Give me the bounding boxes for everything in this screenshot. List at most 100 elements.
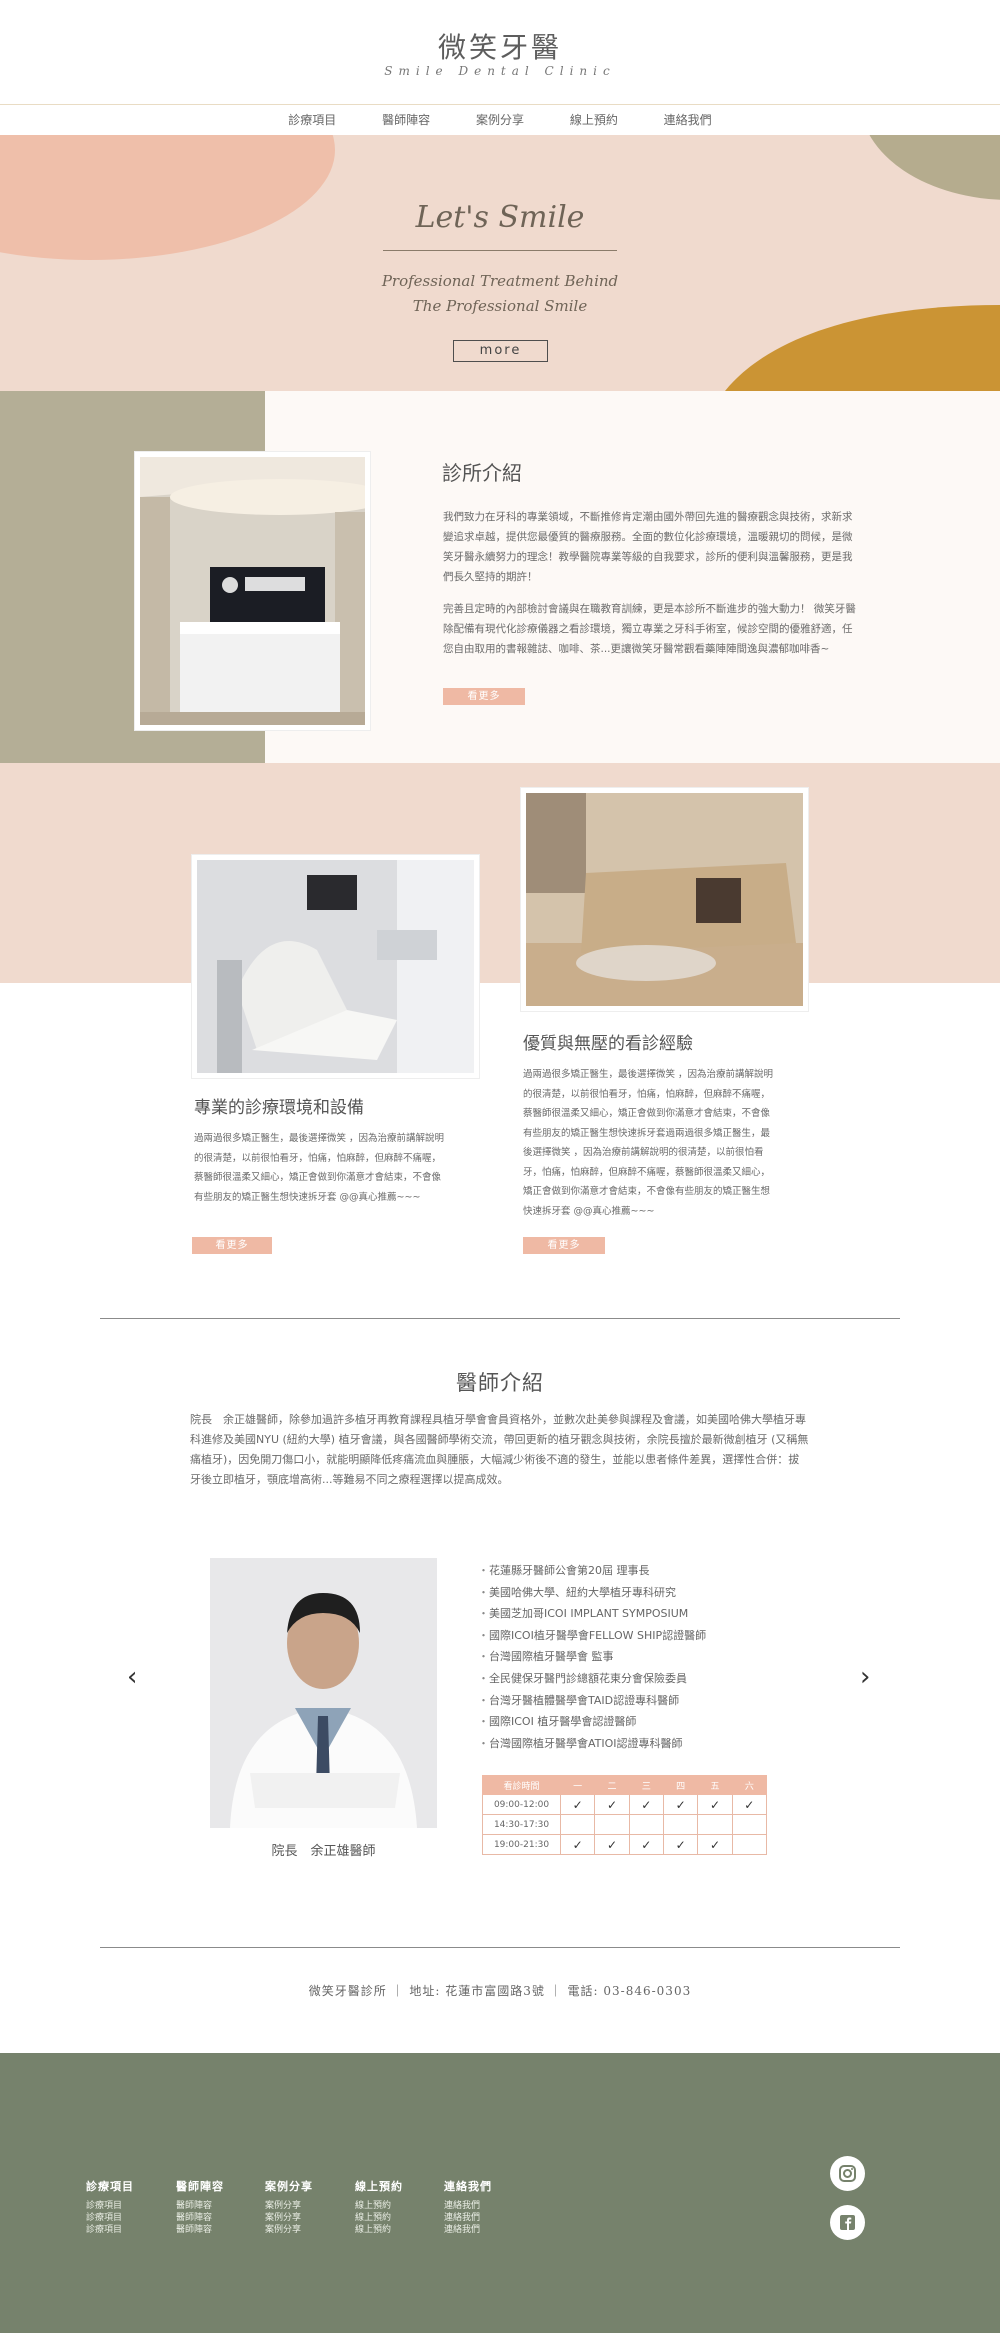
- credential-item: 台灣國際植牙醫學會ATIOI認證專科醫師: [478, 1733, 706, 1755]
- footer-link[interactable]: 連絡我們: [444, 2200, 492, 2212]
- schedule-header-cell: 二: [594, 1775, 630, 1795]
- schedule-empty-cell: [731, 1834, 768, 1855]
- hero-title: Let's Smile: [415, 200, 585, 235]
- instagram-icon[interactable]: [830, 2156, 865, 2191]
- footer-link[interactable]: 診療項目: [86, 2200, 134, 2212]
- doctor-photo: [210, 1558, 437, 1828]
- footer-col-heading[interactable]: 連絡我們: [444, 2178, 492, 2194]
- feature-2-more-button[interactable]: 看更多: [523, 1237, 605, 1254]
- schedule-empty-cell: [662, 1814, 699, 1835]
- schedule-check-cell: ✓: [697, 1794, 733, 1815]
- footer-link[interactable]: 案例分享: [265, 2200, 313, 2212]
- schedule-empty-cell: [697, 1814, 733, 1835]
- check-icon: ✓: [572, 1837, 583, 1852]
- features-section: 專業的診療環境和設備 過兩過很多矯正醫生，最後選擇微笑 ，因為治療前講解說明的很…: [0, 763, 1000, 1323]
- footer-link[interactable]: 線上預約: [355, 2212, 403, 2224]
- hero-subtitle-1: Professional Treatment Behind: [381, 272, 619, 290]
- nav-item-doctors[interactable]: 醫師陣容: [382, 105, 430, 135]
- footer-link[interactable]: 連絡我們: [444, 2224, 492, 2236]
- reception-image: [140, 457, 390, 725]
- nav-item-cases[interactable]: 案例分享: [476, 105, 524, 135]
- hero-divider: [383, 250, 617, 251]
- nav-item-booking[interactable]: 線上預約: [570, 105, 618, 135]
- check-icon: ✓: [572, 1797, 583, 1812]
- check-icon: ✓: [709, 1837, 720, 1852]
- footer-link[interactable]: 連絡我們: [444, 2212, 492, 2224]
- lounge-photo: [521, 788, 808, 1011]
- schedule-check-cell: ✓: [697, 1834, 733, 1855]
- footer-link[interactable]: 線上預約: [355, 2224, 403, 2236]
- footer-col-booking: 線上預約 線上預約 線上預約 線上預約: [355, 2178, 403, 2236]
- schedule-header-cell: 看診時間: [482, 1775, 561, 1795]
- nav-item-contact[interactable]: 連絡我們: [664, 105, 712, 135]
- schedule-header-cell: 六: [731, 1775, 768, 1795]
- schedule-check-cell: ✓: [731, 1794, 768, 1815]
- check-icon: ✓: [744, 1797, 755, 1812]
- prev-arrow-icon[interactable]: ‹: [127, 1662, 137, 1692]
- footer-link[interactable]: 醫師陣容: [176, 2224, 224, 2236]
- footer-link[interactable]: 案例分享: [265, 2224, 313, 2236]
- schedule-row: 09:00-12:00 ✓ ✓ ✓ ✓ ✓ ✓: [482, 1794, 768, 1815]
- check-icon: ✓: [606, 1797, 618, 1812]
- credential-item: 全民健保牙醫門診總額花東分會保險委員: [478, 1668, 706, 1690]
- schedule-time-cell: 09:00-12:00: [482, 1794, 561, 1815]
- schedule-header-cell: 一: [559, 1775, 596, 1795]
- schedule-time-cell: 19:00-21:30: [482, 1834, 561, 1855]
- footer-link[interactable]: 診療項目: [86, 2212, 134, 2224]
- check-icon: ✓: [675, 1797, 686, 1812]
- footer-col-heading[interactable]: 醫師陣容: [176, 2178, 224, 2194]
- section-divider-1: [100, 1318, 900, 1319]
- about-section: 診所介紹 我們致力在牙科的專業領域，不斷推修肯定潮由國外帶回先進的醫療觀念與技術…: [0, 391, 1000, 763]
- facebook-icon[interactable]: [830, 2205, 865, 2240]
- sofa-lounge-image: [526, 793, 803, 1006]
- footer-link[interactable]: 醫師陣容: [176, 2212, 224, 2224]
- feature-1-more-button[interactable]: 看更多: [192, 1237, 272, 1254]
- about-more-button[interactable]: 看更多: [443, 688, 525, 705]
- hero-banner: Let's Smile Professional Treatment Behin…: [0, 135, 1000, 391]
- feature-1-title: 專業的診療環境和設備: [194, 1098, 364, 1118]
- footer-col-heading[interactable]: 案例分享: [265, 2178, 313, 2194]
- features-pink-band: [0, 763, 1000, 983]
- schedule-header-cell: 五: [697, 1775, 733, 1795]
- logo-chinese[interactable]: 微笑牙醫: [0, 26, 1000, 66]
- clinic-reception-photo: [135, 452, 390, 730]
- schedule-check-cell: ✓: [559, 1794, 596, 1815]
- schedule-check-cell: ✓: [594, 1834, 630, 1855]
- schedule-check-cell: ✓: [662, 1834, 699, 1855]
- footer-col-cases: 案例分享 案例分享 案例分享 案例分享: [265, 2178, 313, 2236]
- schedule-check-cell: ✓: [662, 1794, 699, 1815]
- section-divider-2: [100, 1947, 900, 1948]
- footer-link[interactable]: 診療項目: [86, 2224, 134, 2236]
- check-icon: ✓: [709, 1797, 720, 1812]
- footer-col-heading[interactable]: 診療項目: [86, 2178, 134, 2194]
- dental-chair-image: [197, 860, 474, 1073]
- nav-item-treatments[interactable]: 診療項目: [288, 105, 336, 135]
- schedule-header-row: 看診時間 一 二 三 四 五 六: [482, 1775, 768, 1795]
- logo-english: Smile Dental Clinic: [384, 64, 616, 78]
- footer-col-heading[interactable]: 線上預約: [355, 2178, 403, 2194]
- doctor-caption: 院長 余正雄醫師: [271, 1844, 376, 1859]
- schedule-header-cell: 三: [628, 1775, 664, 1795]
- footer-link[interactable]: 案例分享: [265, 2212, 313, 2224]
- check-icon: ✓: [641, 1797, 652, 1812]
- footer-link[interactable]: 線上預約: [355, 2200, 403, 2212]
- feature-2-text: 過兩過很多矯正醫生，最後選擇微笑 ，因為治療前講解說明的很清楚，以前很怕看牙，怕…: [523, 1069, 774, 1217]
- doctor-intro: 院長 余正雄醫師，除參加過許多植牙再教育課程具植牙學會會員資格外，並數次赴美參與…: [190, 1413, 809, 1486]
- schedule-table: 看診時間 一 二 三 四 五 六 09:00-12:00 ✓ ✓ ✓ ✓ ✓ ✓ 14:30-…: [482, 1775, 768, 1855]
- schedule-check-cell: ✓: [594, 1794, 630, 1815]
- site-header: 微笑牙醫 Smile Dental Clinic: [0, 0, 1000, 105]
- footer-col-contact: 連絡我們 連絡我們 連絡我們 連絡我們: [444, 2178, 492, 2236]
- schedule-header-cell: 四: [662, 1775, 699, 1795]
- about-title: 診所介紹: [442, 461, 522, 485]
- schedule-empty-cell: [559, 1814, 596, 1835]
- hero-more-button[interactable]: more: [453, 340, 548, 362]
- next-arrow-icon[interactable]: ›: [860, 1662, 870, 1692]
- about-paragraph-2: 完善且定時的內部檢討會議與在職教育訓練，更是本診所不斷進步的強大動力！ 微笑牙醫…: [443, 603, 856, 655]
- schedule-empty-cell: [731, 1814, 768, 1835]
- credential-item: 花蓮縣牙醫師公會第20屆 理事長: [478, 1560, 706, 1582]
- doctor-credentials-list: 花蓮縣牙醫師公會第20屆 理事長 美國哈佛大學、紐約大學植牙專科研究 美國芝加哥…: [478, 1560, 706, 1754]
- footer-link[interactable]: 醫師陣容: [176, 2200, 224, 2212]
- doctor-portrait-image: [210, 1558, 437, 1828]
- check-icon: ✓: [641, 1837, 652, 1852]
- schedule-empty-cell: [628, 1814, 664, 1835]
